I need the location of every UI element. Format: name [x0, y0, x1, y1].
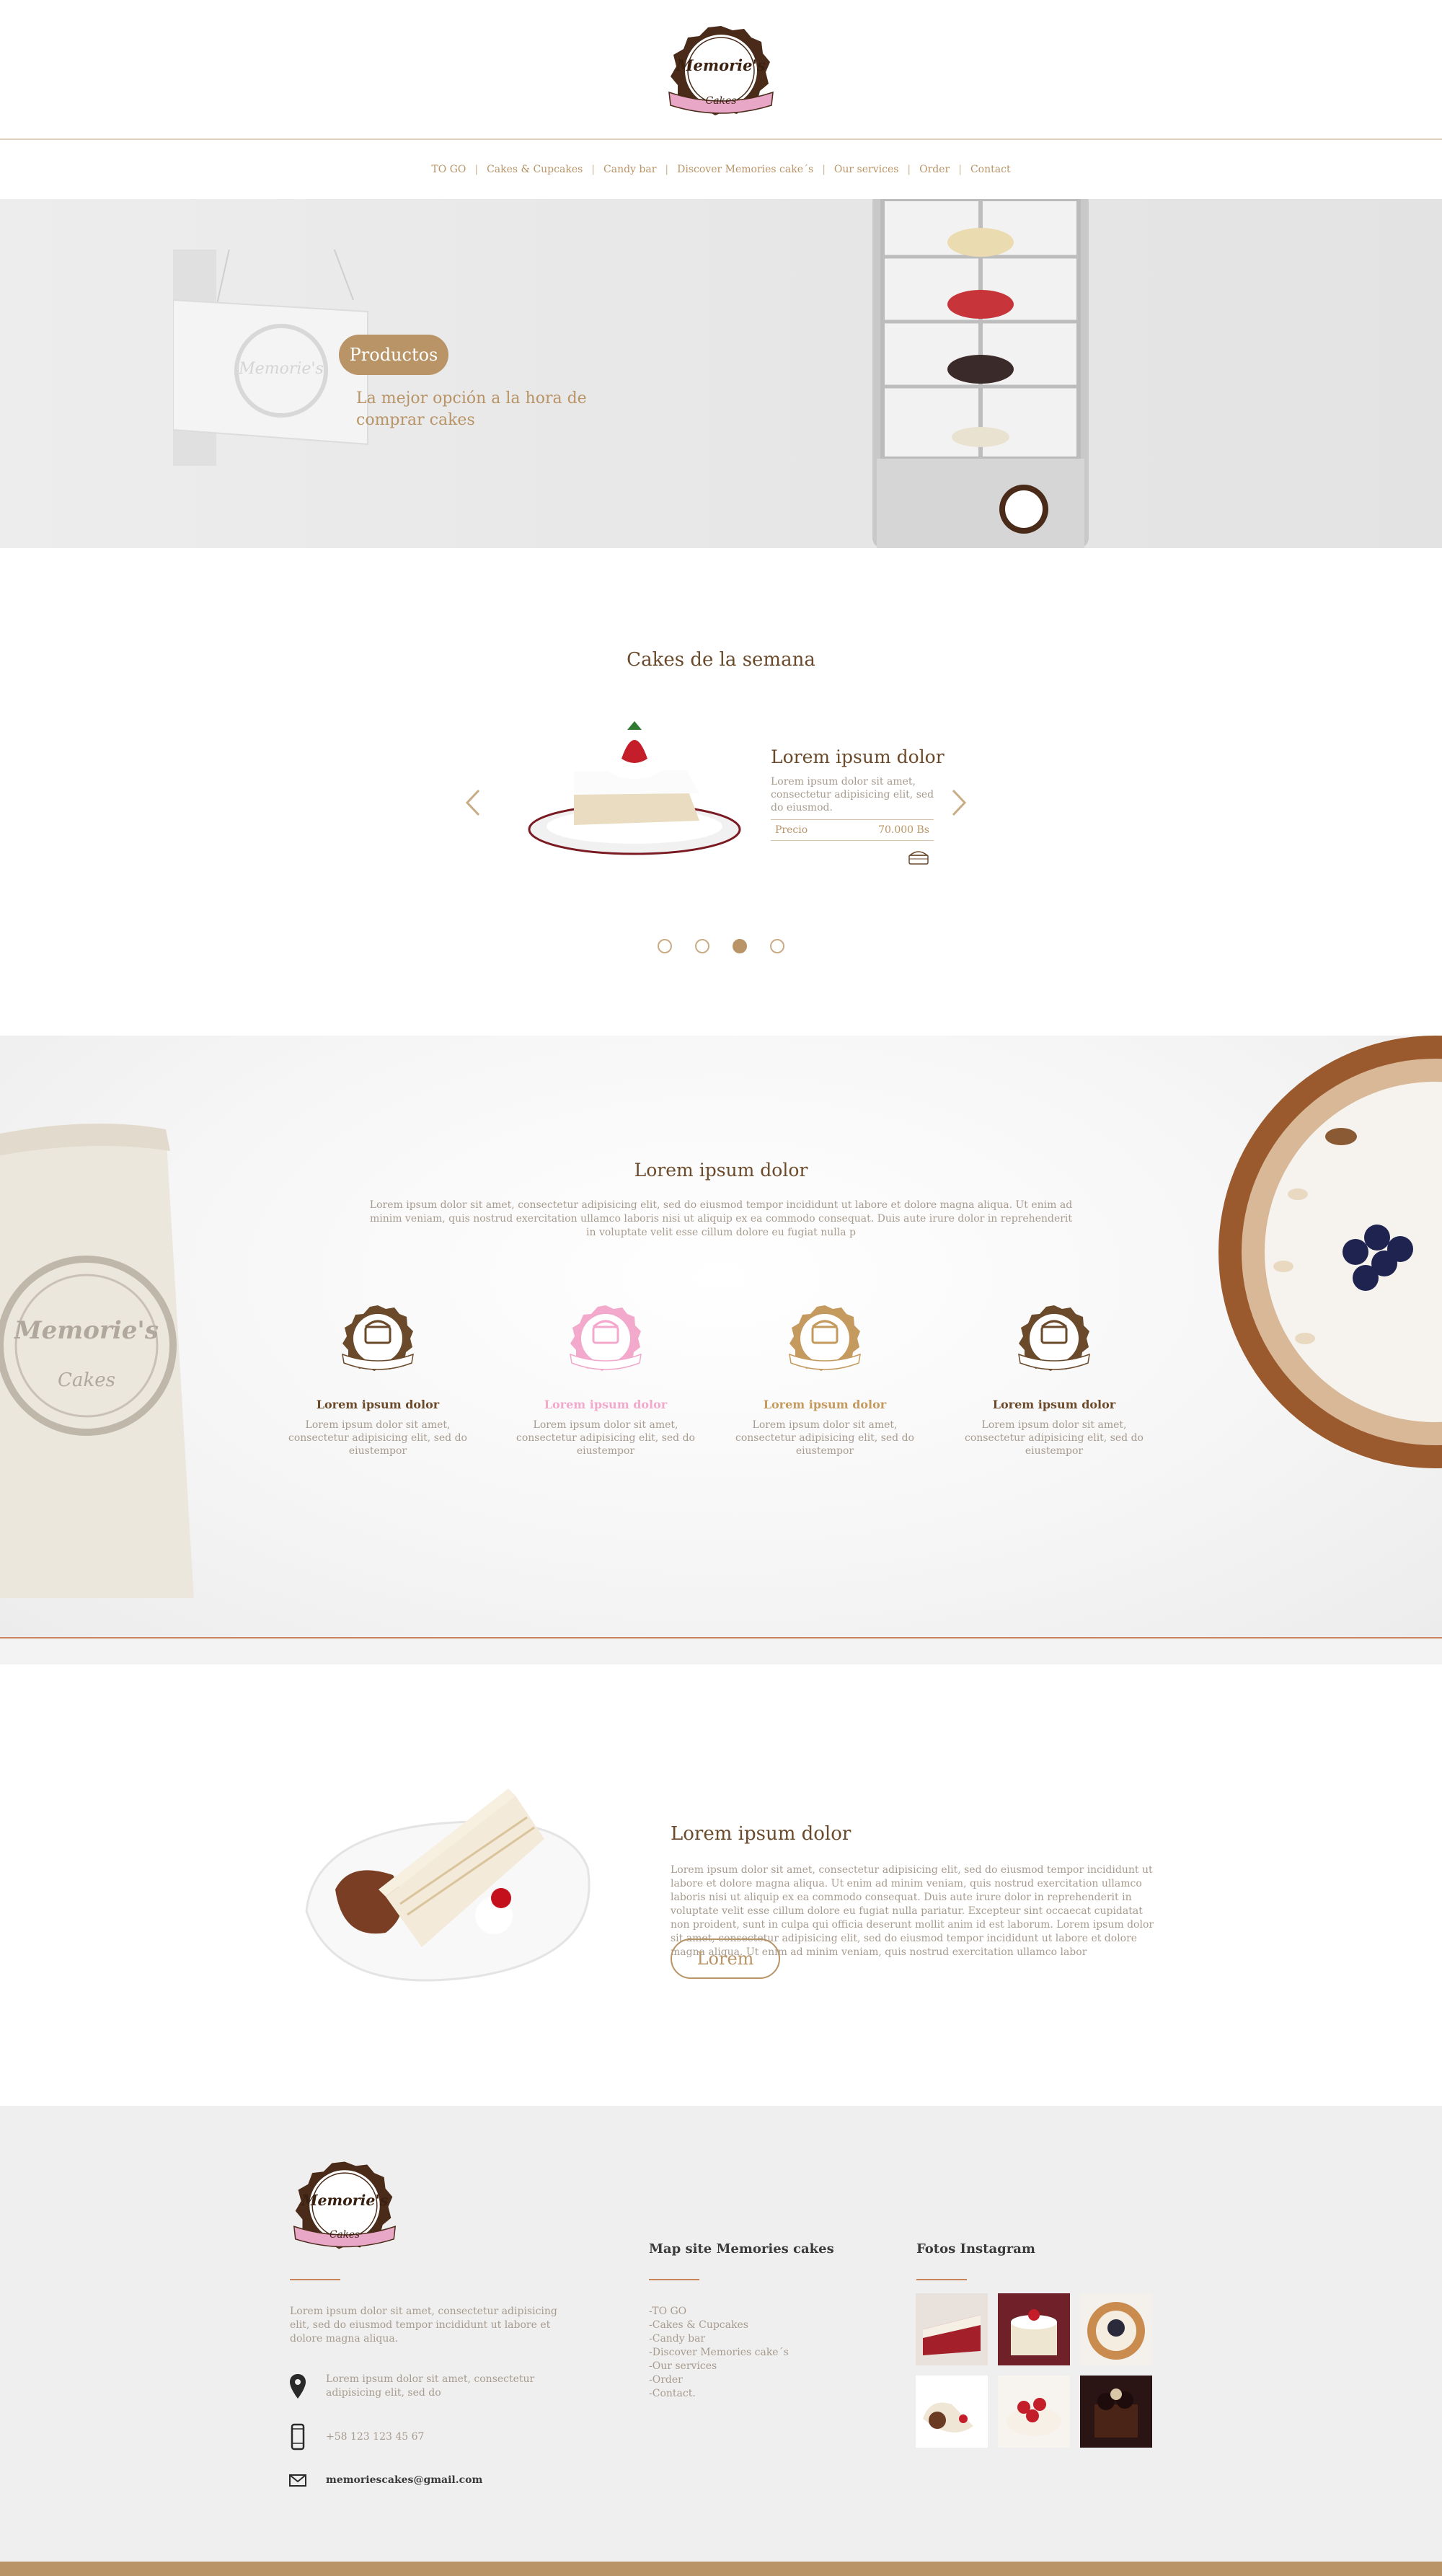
- footer-phone[interactable]: +58 123 123 45 67: [326, 2430, 424, 2444]
- map-link-cakes-cupcakes[interactable]: -Cakes & Cupcakes: [649, 2319, 789, 2332]
- nav-item-our-services[interactable]: Our services: [834, 164, 899, 175]
- nav-item-contact[interactable]: Contact: [970, 164, 1011, 175]
- feature-title: Lorem ipsum dolor: [763, 1398, 887, 1411]
- carousel-dot[interactable]: [770, 939, 784, 953]
- carousel-dot[interactable]: [733, 939, 747, 953]
- feature-emblem-icon: [789, 1305, 861, 1371]
- svg-text:Cakes: Cakes: [58, 1369, 115, 1391]
- carousel-dot[interactable]: [658, 939, 672, 953]
- footer-rule: [649, 2279, 699, 2280]
- footer-phone-row: +58 123 123 45 67: [288, 2423, 591, 2451]
- footer-bottom-bar: [0, 2562, 1442, 2576]
- product-title: Lorem ipsum dolor: [771, 746, 945, 767]
- map-link-our-services[interactable]: -Our services: [649, 2360, 789, 2373]
- footer-email-row: memoriescakes@gmail.com: [288, 2466, 591, 2494]
- map-site-links: -TO GO -Cakes & Cupcakes -Candy bar -Dis…: [649, 2305, 789, 2401]
- instagram-photo[interactable]: [1080, 2293, 1152, 2365]
- feature-text: Lorem ipsum dolor sit amet, consectetur …: [288, 1419, 467, 1457]
- footer-logo[interactable]: Memorie's Cakes: [288, 2156, 401, 2254]
- nav-item-discover[interactable]: Discover Memories cake´s: [677, 164, 813, 175]
- features-title: Lorem ipsum dolor: [634, 1160, 808, 1181]
- map-link-order[interactable]: -Order: [649, 2373, 789, 2387]
- instagram-photo[interactable]: [998, 2376, 1070, 2448]
- nav-separator: |: [822, 164, 826, 175]
- map-link-to-go[interactable]: -TO GO: [649, 2305, 789, 2319]
- nav-item-to-go[interactable]: TO GO: [431, 164, 466, 175]
- map-link-contact[interactable]: -Contact.: [649, 2387, 789, 2401]
- price-value: 70.000 Bs: [878, 824, 929, 836]
- feature-emblem-icon: [570, 1305, 642, 1371]
- feature-title: Lorem ipsum dolor: [992, 1398, 1116, 1411]
- feature-item: Lorem ipsum dolor Lorem ipsum dolor sit a…: [506, 1302, 705, 1457]
- map-link-candy-bar[interactable]: -Candy bar: [649, 2332, 789, 2346]
- carousel-dot[interactable]: [695, 939, 709, 953]
- footer-address-row: Lorem ipsum dolor sit amet, consectetur …: [288, 2373, 591, 2400]
- features-text: Lorem ipsum dolor sit amet, consectetur …: [369, 1199, 1073, 1238]
- chevron-left-icon[interactable]: [461, 785, 483, 821]
- nav-item-cakes-cupcakes[interactable]: Cakes & Cupcakes: [487, 164, 583, 175]
- price-label: Precio: [775, 824, 808, 836]
- map-link-discover[interactable]: -Discover Memories cake´s: [649, 2346, 789, 2360]
- products-button[interactable]: Productos: [339, 335, 448, 375]
- footer-address: Lorem ipsum dolor sit amet, consectetur …: [326, 2373, 535, 2399]
- promo-title: Lorem ipsum dolor: [671, 1823, 852, 1845]
- pie-image: [1218, 1036, 1442, 1468]
- hero-subtitle: La mejor opción a la hora de comprar cak…: [356, 389, 587, 429]
- footer-rule: [290, 2279, 340, 2280]
- instagram-grid: [916, 2293, 1154, 2448]
- feature-item: Lorem ipsum dolor Lorem ipsum dolor sit a…: [955, 1302, 1154, 1457]
- feature-text: Lorem ipsum dolor sit amet, consectetur …: [965, 1419, 1144, 1457]
- nav-item-order[interactable]: Order: [919, 164, 950, 175]
- weekly-section-title: Cakes de la semana: [627, 649, 815, 671]
- svg-text:Memorie's: Memorie's: [14, 1316, 159, 1345]
- instagram-photo[interactable]: [916, 2293, 988, 2365]
- nav-separator: |: [907, 164, 911, 175]
- footer-rule: [916, 2279, 967, 2280]
- crepe-cake-image: [305, 1788, 590, 1982]
- feature-title: Lorem ipsum dolor: [316, 1398, 440, 1411]
- product-description: Lorem ipsum dolor sit amet, consectetur …: [771, 776, 934, 813]
- main-nav: TO GO | Cakes & Cupcakes | Candy bar | D…: [0, 140, 1442, 199]
- feature-text: Lorem ipsum dolor sit amet, consectetur …: [735, 1419, 914, 1457]
- mail-icon: [289, 2474, 306, 2487]
- phone-icon: [291, 2423, 305, 2451]
- feature-text: Lorem ipsum dolor sit amet, consectetur …: [516, 1419, 695, 1457]
- nav-item-candy-bar[interactable]: Candy bar: [603, 164, 656, 175]
- footer-about-text: Lorem ipsum dolor sit amet, consectetur …: [290, 2306, 557, 2345]
- footer-logo-wordmark: Memorie's: [301, 2192, 389, 2209]
- paper-bag-image: Memorie's Cakes: [0, 1124, 194, 1598]
- nav-separator: |: [474, 164, 479, 175]
- chevron-right-icon[interactable]: [949, 785, 970, 821]
- featured-cake-image: [528, 721, 741, 855]
- map-site-title: Map site Memories cakes: [649, 2241, 834, 2257]
- features-section: Memorie's Cakes Lorem ipsum dolor Lorem …: [0, 1036, 1442, 1638]
- footer-logo-subword: Cakes: [329, 2229, 360, 2241]
- carousel-dots: [0, 939, 1442, 953]
- product-price-row: Precio 70.000 Bs: [771, 819, 934, 841]
- display-fridge-image: [872, 199, 1089, 548]
- site-header: Memorie's Cakes: [0, 0, 1442, 140]
- divider-strip: [0, 1638, 1442, 1664]
- feature-emblem-icon: [342, 1305, 414, 1371]
- map-pin-icon: [290, 2374, 306, 2399]
- svg-text:Memorie's: Memorie's: [238, 360, 324, 378]
- instagram-photo[interactable]: [916, 2376, 988, 2448]
- instagram-title: Fotos Instagram: [916, 2241, 1035, 2257]
- feature-emblem-icon: [1018, 1305, 1090, 1371]
- cake-box-icon[interactable]: [907, 847, 930, 867]
- promo-button[interactable]: Lorem: [671, 1938, 780, 1979]
- feature-title: Lorem ipsum dolor: [544, 1398, 668, 1411]
- footer-email[interactable]: memoriescakes@gmail.com: [326, 2474, 482, 2487]
- brand-logo[interactable]: Memorie's Cakes: [663, 22, 779, 120]
- hero-banner: Memorie's Productos La mejor opción a la…: [0, 199, 1442, 548]
- logo-subword: Cakes: [705, 95, 736, 107]
- instagram-photo[interactable]: [998, 2293, 1070, 2365]
- nav-separator: |: [591, 164, 596, 175]
- instagram-photo[interactable]: [1080, 2376, 1152, 2448]
- logo-wordmark: Memorie's: [676, 56, 766, 74]
- feature-item: Lorem ipsum dolor Lorem ipsum dolor sit a…: [725, 1302, 924, 1457]
- nav-separator: |: [958, 164, 962, 175]
- feature-item: Lorem ipsum dolor Lorem ipsum dolor sit a…: [278, 1302, 477, 1457]
- nav-separator: |: [665, 164, 669, 175]
